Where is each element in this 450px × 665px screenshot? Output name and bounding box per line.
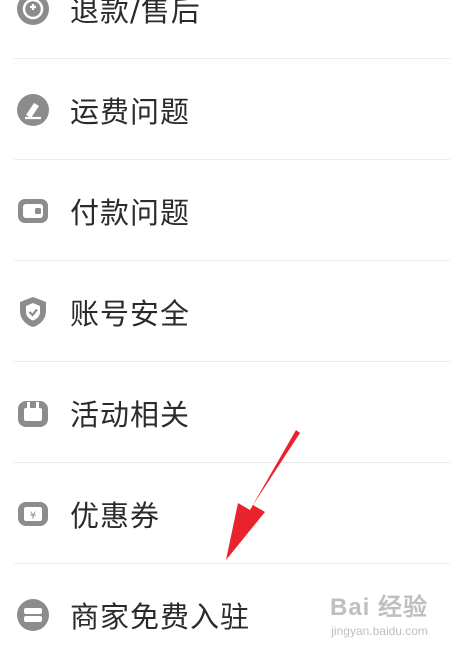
menu-item-shipping[interactable]: 运费问题 [0,59,450,160]
menu-item-label: 优惠券 [70,498,161,533]
watermark-brand: Bai 经验 [329,594,428,621]
menu-item-payment[interactable]: 付款问题 [0,160,450,261]
wallet-icon [18,198,48,223]
refund-icon [17,0,49,25]
menu-item-refund[interactable]: 退款/售后 [0,0,450,59]
store-icon [17,598,49,631]
menu-item-coupons[interactable]: ¥ 优惠券 [0,463,450,564]
shipping-icon [17,93,49,126]
menu-item-label: 退款/售后 [70,0,201,28]
svg-text:¥: ¥ [30,510,36,521]
baidu-jingyan-watermark: Bai 经验 jingyan.baidu.com [330,587,428,638]
menu-item-label: 运费问题 [70,94,191,129]
menu-item-label: 付款问题 [70,195,191,230]
menu-item-activities[interactable]: 活动相关 [0,362,450,463]
menu-item-label: 账号安全 [70,296,191,331]
menu-item-label: 商家免费入驻 [70,599,251,634]
help-menu-list: 退款/售后 运费问题 付款问题 账号安全 活动相关 ¥ 优惠券 商家免费入驻 [0,0,450,665]
watermark-url: jingyan.baidu.com [331,624,428,638]
menu-item-label: 活动相关 [70,397,191,432]
coupon-icon: ¥ [18,501,48,526]
gift-icon [18,400,48,427]
menu-item-account-security[interactable]: 账号安全 [0,261,450,362]
shield-icon [20,296,46,327]
